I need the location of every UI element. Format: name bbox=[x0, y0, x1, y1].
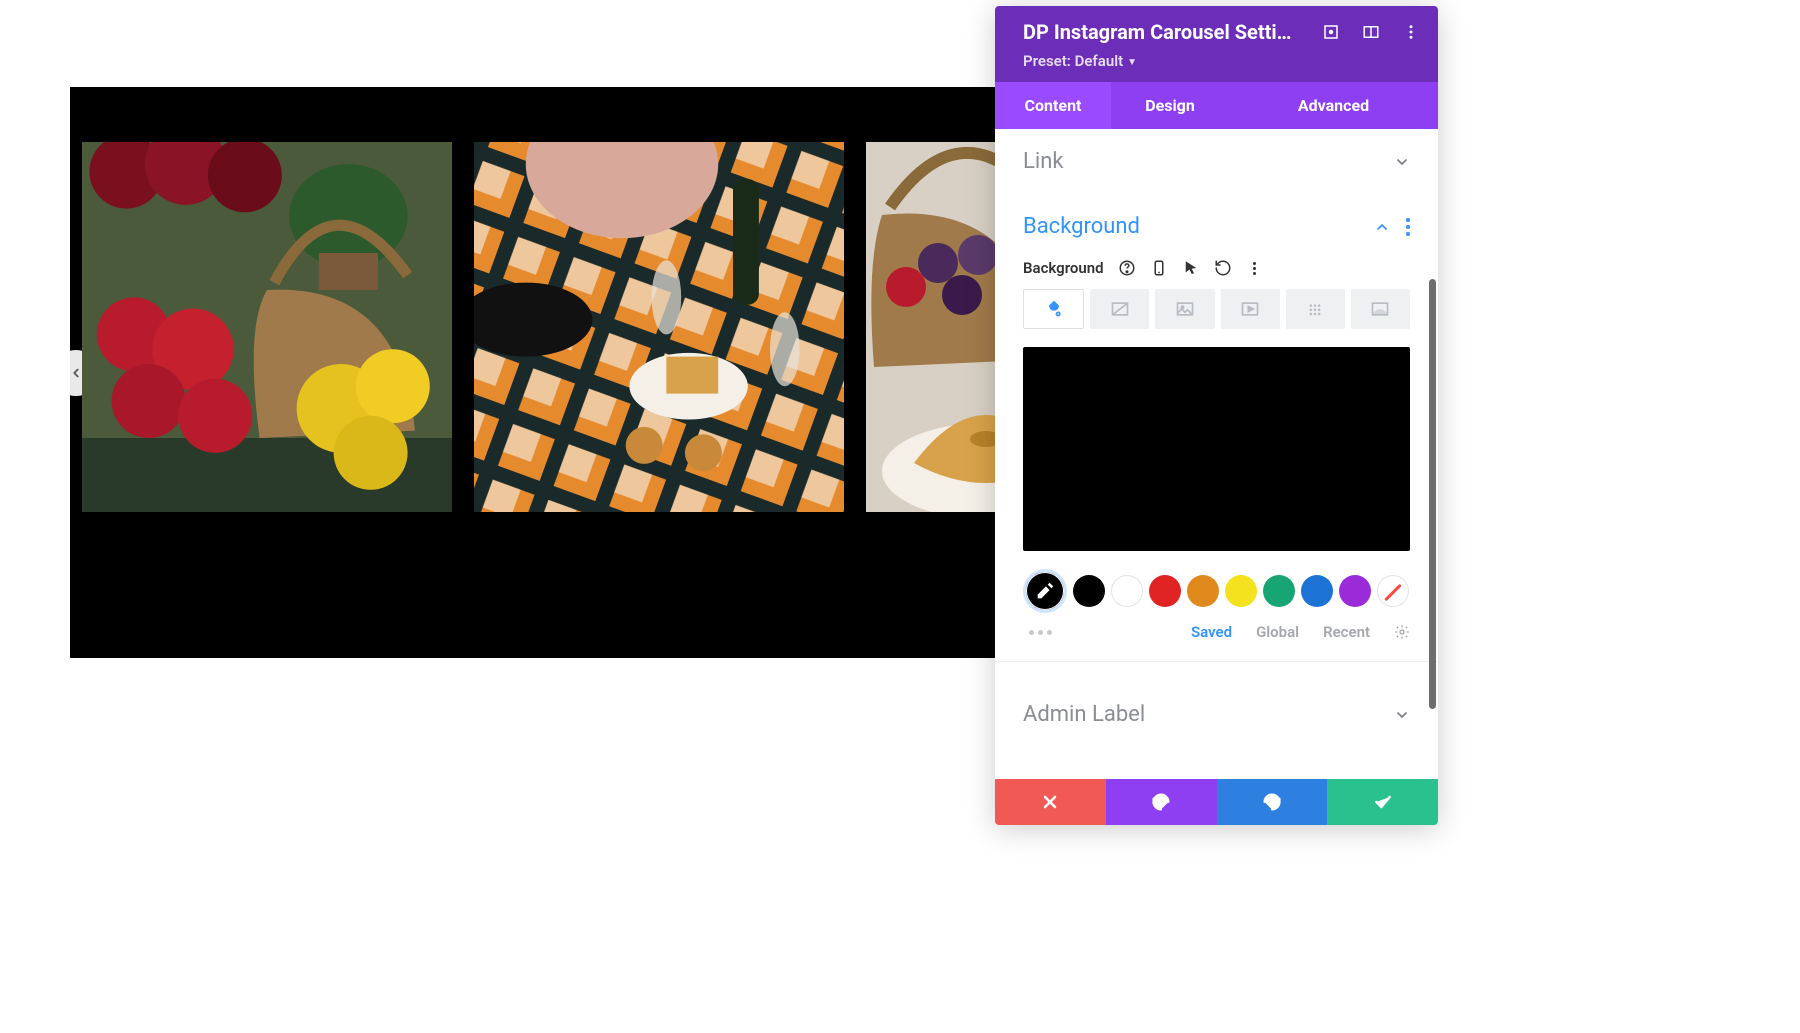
gear-icon[interactable] bbox=[1394, 624, 1410, 640]
background-field-label: Background bbox=[1023, 259, 1104, 277]
bg-tab-color[interactable] bbox=[1023, 289, 1084, 329]
undo-button[interactable] bbox=[1106, 779, 1217, 825]
swatch-red[interactable] bbox=[1149, 575, 1181, 607]
tab-content[interactable]: Content bbox=[995, 82, 1111, 129]
accordion-link[interactable]: Link bbox=[995, 129, 1438, 194]
swatch-black[interactable] bbox=[1073, 575, 1105, 607]
snap-icon[interactable] bbox=[1362, 23, 1380, 41]
accordion-link-label: Link bbox=[1023, 149, 1064, 174]
more-icon[interactable] bbox=[1402, 23, 1420, 41]
carousel-slide[interactable] bbox=[474, 142, 844, 512]
panel-title: DP Instagram Carousel Setti… bbox=[1023, 20, 1308, 44]
swatch-yellow[interactable] bbox=[1225, 575, 1257, 607]
bg-tab-gradient[interactable] bbox=[1090, 289, 1149, 329]
accordion-background[interactable]: Background bbox=[995, 194, 1438, 259]
accordion-background-label: Background bbox=[1023, 214, 1140, 239]
help-icon[interactable] bbox=[1118, 259, 1136, 277]
swatch-blue[interactable] bbox=[1301, 575, 1333, 607]
color-swatches bbox=[1023, 569, 1410, 613]
swatch-green[interactable] bbox=[1263, 575, 1295, 607]
background-section: Background bbox=[995, 259, 1438, 682]
phone-icon[interactable] bbox=[1150, 259, 1168, 277]
cancel-button[interactable] bbox=[995, 779, 1106, 825]
panel-header[interactable]: DP Instagram Carousel Setti… Preset: Def… bbox=[995, 6, 1438, 82]
scrollbar[interactable] bbox=[1429, 279, 1436, 709]
field-more-icon[interactable] bbox=[1246, 259, 1264, 277]
accordion-admin-label-label: Admin Label bbox=[1023, 702, 1145, 727]
reset-icon[interactable] bbox=[1214, 259, 1232, 277]
chevron-up-icon bbox=[1374, 219, 1390, 235]
expand-icon[interactable] bbox=[1322, 23, 1340, 41]
chevron-down-icon bbox=[1394, 707, 1410, 723]
palette-tabs: Saved Global Recent bbox=[1023, 623, 1410, 641]
panel-body[interactable]: Link Background Background bbox=[995, 129, 1438, 779]
bg-tab-pattern[interactable] bbox=[1286, 289, 1345, 329]
save-button[interactable] bbox=[1327, 779, 1438, 825]
preset-label: Preset: Default bbox=[1023, 52, 1123, 70]
accordion-more-icon[interactable] bbox=[1406, 218, 1410, 236]
swatch-purple[interactable] bbox=[1339, 575, 1371, 607]
swatch-orange[interactable] bbox=[1187, 575, 1219, 607]
background-type-tabs bbox=[1023, 289, 1410, 329]
bg-tab-image[interactable] bbox=[1155, 289, 1214, 329]
color-picker-button[interactable] bbox=[1023, 569, 1067, 613]
settings-tabs: Content Design Advanced bbox=[995, 82, 1438, 129]
bg-tab-mask[interactable] bbox=[1351, 289, 1410, 329]
palette-tab-saved[interactable]: Saved bbox=[1191, 623, 1232, 641]
module-settings-panel: DP Instagram Carousel Setti… Preset: Def… bbox=[995, 6, 1438, 825]
palette-tab-global[interactable]: Global bbox=[1256, 623, 1299, 641]
swatch-transparent[interactable] bbox=[1377, 575, 1409, 607]
hover-icon[interactable] bbox=[1182, 259, 1200, 277]
tab-advanced[interactable]: Advanced bbox=[1229, 82, 1438, 129]
chevron-down-icon bbox=[1394, 154, 1410, 170]
carousel-slide[interactable] bbox=[82, 142, 452, 512]
color-preview[interactable] bbox=[1023, 347, 1410, 551]
tab-design[interactable]: Design bbox=[1111, 82, 1229, 129]
caret-down-icon: ▼ bbox=[1127, 57, 1137, 68]
preset-selector[interactable]: Preset: Default ▼ bbox=[1023, 52, 1420, 70]
swatch-white[interactable] bbox=[1111, 575, 1143, 607]
palette-more-icon[interactable] bbox=[1029, 630, 1052, 635]
accordion-admin-label[interactable]: Admin Label bbox=[995, 682, 1438, 747]
palette-tab-recent[interactable]: Recent bbox=[1323, 623, 1370, 641]
redo-button[interactable] bbox=[1217, 779, 1328, 825]
bg-tab-video[interactable] bbox=[1221, 289, 1280, 329]
divider bbox=[995, 661, 1438, 662]
panel-footer bbox=[995, 779, 1438, 825]
